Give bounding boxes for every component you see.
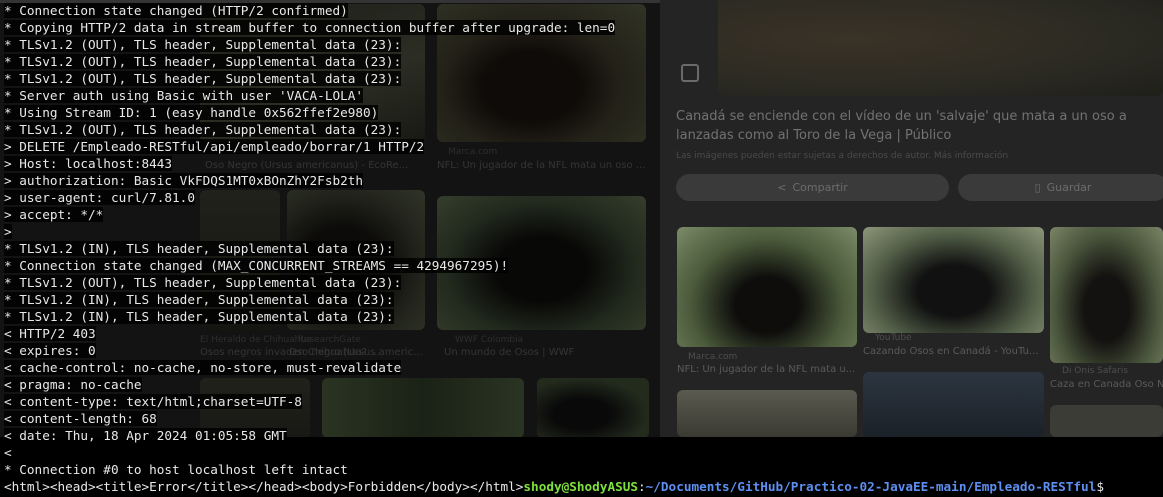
terminal-line: * TLSv1.2 (OUT), TLS header, Supplementa…	[4, 36, 1163, 53]
terminal-line: < content-type: text/html;charset=UTF-8	[4, 393, 1163, 410]
terminal-line: < HTTP/2 403	[4, 325, 1163, 342]
terminal-line-text: < pragma: no-cache	[4, 377, 142, 392]
prompt-symbol: $	[1096, 479, 1104, 494]
terminal-line: > authorization: Basic VkFDQS1MT0xBOnZhY…	[4, 172, 1163, 189]
terminal-line-text: < cache-control: no-cache, no-store, mus…	[4, 360, 402, 375]
terminal-line: < date: Thu, 18 Apr 2024 01:05:58 GMT	[4, 427, 1163, 444]
terminal-line: < cache-control: no-cache, no-store, mus…	[4, 359, 1163, 376]
terminal-line-text: < date: Thu, 18 Apr 2024 01:05:58 GMT	[4, 428, 287, 443]
terminal-line-text: * Using Stream ID: 1 (easy handle 0x562f…	[4, 105, 379, 120]
terminal-line: < content-length: 68	[4, 410, 1163, 427]
terminal-line: * Using Stream ID: 1 (easy handle 0x562f…	[4, 104, 1163, 121]
terminal-line: < pragma: no-cache	[4, 376, 1163, 393]
terminal-line: * TLSv1.2 (OUT), TLS header, Supplementa…	[4, 70, 1163, 87]
terminal-line-text: * TLSv1.2 (OUT), TLS header, Supplementa…	[4, 71, 402, 86]
terminal-line-text: < content-type: text/html;charset=UTF-8	[4, 394, 302, 409]
terminal-line: * Copying HTTP/2 data in stream buffer t…	[4, 19, 1163, 36]
terminal-line: <	[4, 444, 1163, 461]
terminal-line-text: >	[4, 224, 12, 239]
terminal-line: * TLSv1.2 (OUT), TLS header, Supplementa…	[4, 274, 1163, 291]
terminal-line-text: > user-agent: curl/7.81.0	[4, 190, 195, 205]
terminal-line: * Connection state changed (MAX_CONCURRE…	[4, 257, 1163, 274]
terminal-line: * TLSv1.2 (OUT), TLS header, Supplementa…	[4, 53, 1163, 70]
terminal-line: > accept: */*	[4, 206, 1163, 223]
terminal-line-text: <	[4, 445, 12, 460]
terminal-prompt-line[interactable]: <html><head><title>Error</title></head><…	[4, 478, 1163, 495]
terminal-line: < expires: 0	[4, 342, 1163, 359]
terminal-line: * TLSv1.2 (IN), TLS header, Supplemental…	[4, 291, 1163, 308]
terminal-line-text: * TLSv1.2 (OUT), TLS header, Supplementa…	[4, 37, 402, 52]
prompt-separator: :	[638, 479, 646, 494]
terminal-line-text: * TLSv1.2 (OUT), TLS header, Supplementa…	[4, 54, 402, 69]
terminal-line-text: < content-length: 68	[4, 411, 157, 426]
terminal-line-text: < expires: 0	[4, 343, 96, 358]
terminal-line-text: < HTTP/2 403	[4, 326, 96, 341]
terminal-line-text: > Host: localhost:8443	[4, 156, 173, 171]
response-body: <html><head><title>Error</title></head><…	[4, 479, 524, 494]
terminal-line: >	[4, 223, 1163, 240]
terminal-line-text: * TLSv1.2 (OUT), TLS header, Supplementa…	[4, 275, 402, 290]
terminal-line: > DELETE /Empleado-RESTful/api/empleado/…	[4, 138, 1163, 155]
terminal-line: > Host: localhost:8443	[4, 155, 1163, 172]
terminal-output[interactable]: * Connection state changed (HTTP/2 confi…	[0, 0, 1163, 497]
terminal-line-text: * Connection state changed (MAX_CONCURRE…	[4, 258, 509, 273]
terminal-line-text: * Server auth using Basic with user 'VAC…	[4, 88, 364, 103]
terminal-line-text: * TLSv1.2 (IN), TLS header, Supplemental…	[4, 292, 394, 307]
terminal-line: * TLSv1.2 (OUT), TLS header, Supplementa…	[4, 121, 1163, 138]
terminal-line-text: * Connection state changed (HTTP/2 confi…	[4, 3, 348, 18]
prompt-user: shody@ShodyASUS	[523, 479, 638, 494]
terminal-line-text: * Connection #0 to host localhost left i…	[4, 462, 348, 477]
terminal-line-text: > accept: */*	[4, 207, 104, 222]
terminal-line-text: * Copying HTTP/2 data in stream buffer t…	[4, 20, 616, 35]
prompt-path: ~/Documents/GitHub/Practico-02-JavaEE-ma…	[645, 479, 1097, 494]
terminal-line: * Server auth using Basic with user 'VAC…	[4, 87, 1163, 104]
terminal-line-text: > DELETE /Empleado-RESTful/api/empleado/…	[4, 139, 425, 154]
text-cursor[interactable]	[1104, 479, 1112, 493]
terminal-line: * TLSv1.2 (IN), TLS header, Supplemental…	[4, 308, 1163, 325]
terminal-line: * TLSv1.2 (IN), TLS header, Supplemental…	[4, 240, 1163, 257]
terminal-line-text: * TLSv1.2 (IN), TLS header, Supplemental…	[4, 309, 394, 324]
terminal-line-text: > authorization: Basic VkFDQS1MT0xBOnZhY…	[4, 173, 364, 188]
terminal-line-text: * TLSv1.2 (IN), TLS header, Supplemental…	[4, 241, 394, 256]
terminal-line: > user-agent: curl/7.81.0	[4, 189, 1163, 206]
terminal-line-text: * TLSv1.2 (OUT), TLS header, Supplementa…	[4, 122, 402, 137]
terminal-line: * Connection state changed (HTTP/2 confi…	[4, 2, 1163, 19]
terminal-line: * Connection #0 to host localhost left i…	[4, 461, 1163, 478]
